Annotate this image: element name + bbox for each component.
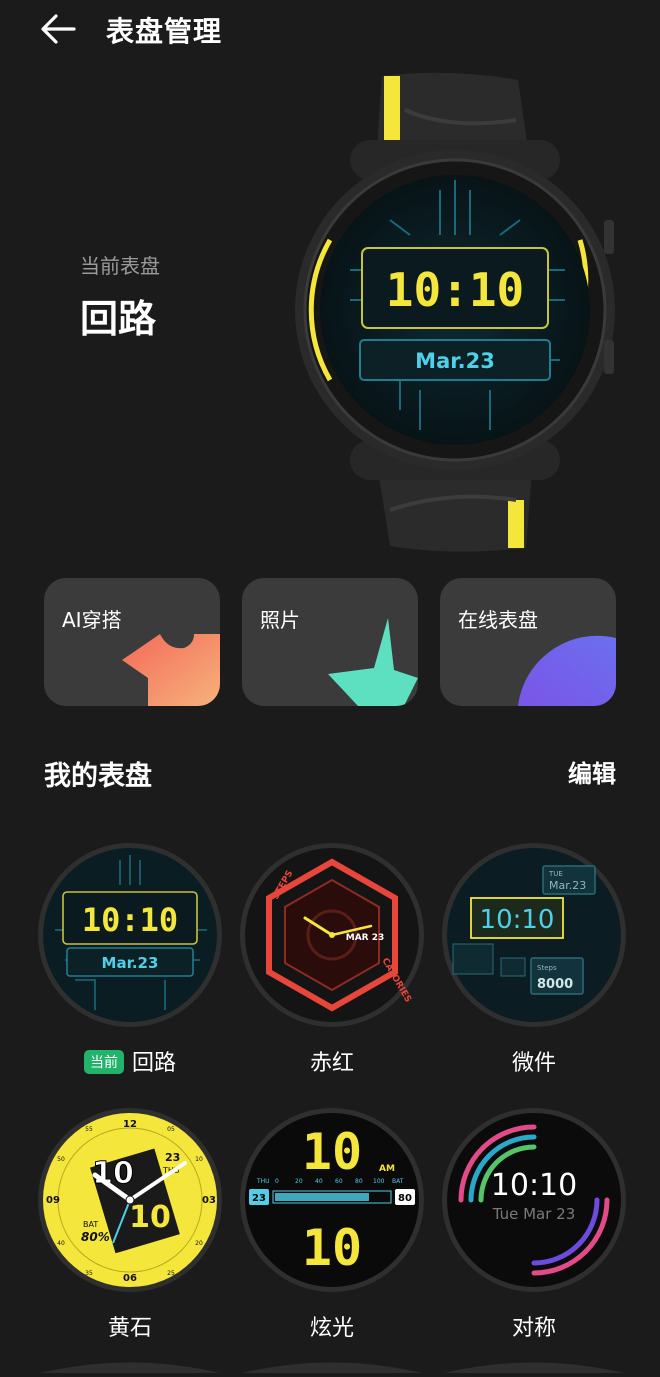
- face-glow-scale-bat: BAT: [392, 1178, 404, 1185]
- face-widgets-day: TUE: [548, 870, 563, 878]
- face-widgets-date: Mar.23: [549, 879, 586, 892]
- face-widgets-time: 10:10: [480, 905, 555, 935]
- hero-time: 10:10: [386, 263, 524, 317]
- feature-cards: AI穿搭 照片 在线表盘: [44, 578, 616, 708]
- face-glow-scale-80: 80: [355, 1178, 363, 1185]
- tick-06: 06: [123, 1273, 137, 1284]
- face-red[interactable]: MAR 23 STEPS CALORIES: [237, 840, 427, 1030]
- face-widgets-steps-label: Steps: [537, 964, 557, 972]
- face-yellow-name: 黄石: [107, 1316, 152, 1341]
- face-glow-scale-20: 20: [295, 1178, 303, 1185]
- face-symmetric-name: 对称: [511, 1316, 556, 1341]
- face-red-date: MAR 23: [346, 933, 385, 943]
- face-glow[interactable]: 10 AM THU 0 20 40 60 80 100 BAT 23 80 10: [237, 1105, 427, 1295]
- current-face-name: 回路: [80, 297, 157, 341]
- edit-button[interactable]: 编辑: [568, 754, 616, 789]
- card-photos-label: 照片: [260, 608, 300, 632]
- face-yellow[interactable]: 12 03 06 09 55 05 10 20 25 35 40 50 10 1…: [35, 1105, 225, 1295]
- face-widgets[interactable]: TUE Mar.23 10:10 Steps 8000: [439, 840, 629, 1030]
- face-glow-scale-0: 0: [275, 1178, 279, 1185]
- face-glow-scale-40: 40: [315, 1178, 323, 1185]
- face-glow-scale-100: 100: [373, 1178, 385, 1185]
- tick-40: 40: [57, 1240, 65, 1247]
- face-yellow-day: 23: [165, 1151, 180, 1164]
- tick-55: 55: [85, 1126, 93, 1133]
- ai-outfit-icon: [122, 634, 220, 706]
- face-yellow-bat: 80%: [81, 1230, 110, 1244]
- face-circuit[interactable]: 10:10 Mar.23: [35, 840, 225, 1030]
- watch-preview: 10:10 Mar.23: [290, 70, 620, 555]
- face-glow-day-label: THU: [256, 1178, 270, 1185]
- face-circuit-time: 10:10: [82, 901, 178, 939]
- back-arrow-icon[interactable]: [38, 10, 80, 48]
- header: 表盘管理: [0, 0, 660, 60]
- card-ai-outfit-label: AI穿搭: [62, 608, 122, 632]
- face-symmetric-date: Tue Mar 23: [492, 1205, 576, 1223]
- tick-25: 25: [167, 1270, 175, 1277]
- tick-35: 35: [85, 1270, 93, 1277]
- hero-date: Mar.23: [415, 349, 495, 373]
- card-online-faces[interactable]: 在线表盘: [440, 578, 616, 706]
- face-glow-ampm: AM: [379, 1164, 395, 1174]
- tick-05: 05: [167, 1126, 175, 1133]
- face-symmetric-time: 10:10: [491, 1168, 577, 1203]
- tick-20: 20: [195, 1240, 203, 1247]
- face-glow-minute: 10: [302, 1219, 362, 1277]
- face-glow-day: 23: [252, 1193, 266, 1204]
- face-glow-hour: 10: [302, 1123, 362, 1181]
- face-symmetric[interactable]: 10:10 Tue Mar 23: [439, 1105, 629, 1295]
- face-yellow-bat-label: BAT: [83, 1220, 98, 1229]
- section-title: 我的表盘: [44, 761, 152, 792]
- face-glow-bat: 80: [398, 1193, 412, 1204]
- face-glow-scale-60: 60: [335, 1178, 343, 1185]
- face-circuit-label: 当前 回路: [35, 1045, 225, 1077]
- tick-09: 09: [46, 1195, 60, 1206]
- page-title: 表盘管理: [106, 15, 223, 48]
- current-face-label: 当前表盘: [80, 254, 160, 278]
- next-faces-row-peek: [0, 1358, 660, 1373]
- face-yellow-minute: 10: [129, 1200, 171, 1235]
- tick-10: 10: [195, 1156, 203, 1163]
- tick-03: 03: [202, 1195, 216, 1206]
- face-circuit-date: Mar.23: [102, 954, 159, 972]
- card-ai-outfit[interactable]: AI穿搭: [44, 578, 220, 706]
- tick-12: 12: [123, 1119, 137, 1130]
- card-photos[interactable]: 照片: [242, 578, 418, 706]
- photos-star-icon: [328, 618, 418, 706]
- online-faces-icon: [518, 635, 616, 706]
- face-circuit-name: 回路: [131, 1051, 176, 1076]
- tick-50: 50: [57, 1156, 65, 1163]
- face-widgets-name: 微件: [511, 1051, 556, 1076]
- face-widgets-steps: 8000: [537, 977, 573, 992]
- face-glow-name: 炫光: [309, 1316, 354, 1341]
- card-online-faces-label: 在线表盘: [458, 608, 538, 632]
- face-red-name: 赤红: [309, 1051, 354, 1076]
- current-badge: 当前: [83, 1050, 124, 1074]
